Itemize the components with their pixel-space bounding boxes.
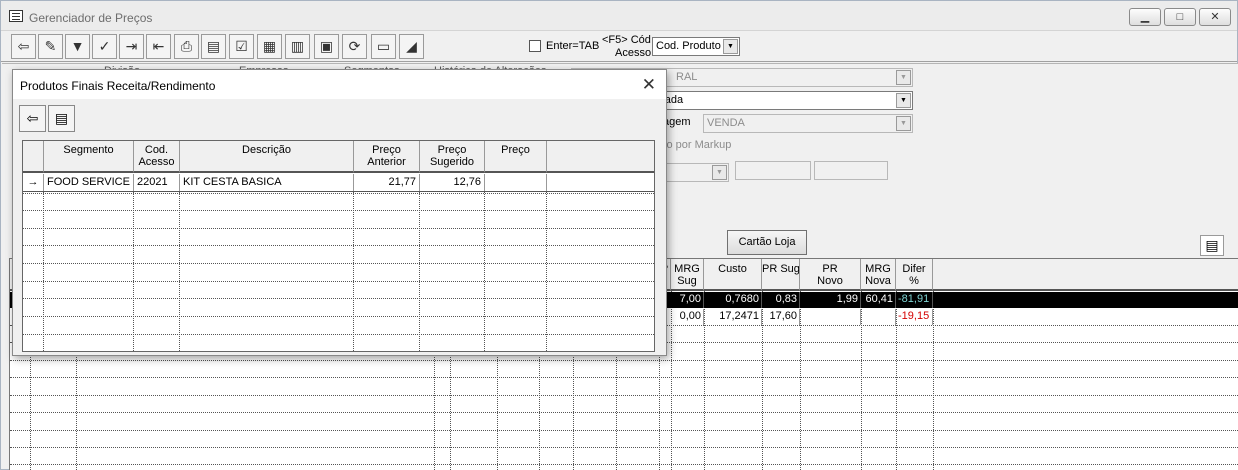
cell-pr-novo (800, 309, 861, 325)
code-select[interactable]: Cod. Produto ▼ (652, 37, 740, 56)
cell-pr-novo: 1,99 (800, 292, 861, 308)
calculator-icon[interactable]: ▦ (257, 34, 282, 59)
export-icon[interactable]: ▤ (1200, 235, 1224, 256)
close-button[interactable]: ✕ (1199, 8, 1231, 26)
column-header-cod-acesso[interactable]: Cod. Acesso (134, 141, 180, 173)
chart-icon[interactable]: ◢ (399, 34, 424, 59)
grid-icon[interactable]: ▥ (285, 34, 310, 59)
print-icon[interactable]: ⎙ (174, 34, 199, 59)
exit-icon[interactable]: ⇦ (11, 34, 36, 59)
markup-field-2[interactable] (814, 161, 888, 180)
cell-custo: 17,2471 (704, 309, 762, 325)
pencil-icon[interactable]: ✎ (38, 34, 63, 59)
refresh-icon[interactable]: ⟳ (342, 34, 367, 59)
products-dialog: Produtos Finais Receita/Rendimento ✕ ⇦ ▤… (12, 69, 667, 356)
column-header-preco-anterior[interactable]: Preço Anterior (354, 141, 420, 173)
row-indicator-header (23, 141, 44, 173)
cell-custo: 0,7680 (704, 292, 762, 308)
cell-difer: -19,15 (896, 309, 933, 325)
filter-combo-2[interactable]: trada ▼ (654, 91, 913, 110)
chevron-down-icon: ▼ (712, 165, 727, 180)
chevron-down-icon: ▼ (896, 70, 911, 85)
filter-combo-3-value: VENDA (707, 117, 745, 129)
code-select-value: Cod. Produto (656, 40, 721, 52)
column-header-mrg-nova[interactable]: MRG Nova (861, 259, 896, 291)
cell-segmento: FOOD SERVICE (44, 174, 134, 191)
chevron-down-icon: ▼ (723, 39, 738, 54)
add-row-icon[interactable]: ⇥ (119, 34, 144, 59)
chevron-down-icon: ▼ (896, 116, 911, 131)
f5-label-sub: Acesso (615, 47, 652, 59)
save-icon[interactable]: ▣ (314, 34, 339, 59)
remove-row-icon[interactable]: ⇤ (146, 34, 171, 59)
title-bar: Gerenciador de Preços ▁ □ ✕ (1, 1, 1237, 31)
filter-icon[interactable]: ▼ (65, 34, 90, 59)
column-header-custo[interactable]: Custo (704, 259, 762, 291)
column-header-segmento[interactable]: Segmento (44, 141, 134, 173)
maximize-button[interactable]: □ (1164, 8, 1196, 26)
filter-combo-3-label: agem (663, 116, 691, 128)
enter-tab-checkbox[interactable] (529, 40, 541, 52)
cell-mrg-sug: 7,00 (671, 292, 704, 308)
app-icon (9, 10, 23, 22)
column-header-mrg-sug[interactable]: MRG Sug (671, 259, 704, 291)
export-icon[interactable]: ▤ (48, 105, 75, 132)
minimize-button[interactable]: ▁ (1129, 8, 1161, 26)
cell-pr-sug: 17,60 (762, 309, 800, 325)
f5-label: <F5> Cód (602, 34, 651, 46)
column-header-preco-sugerido[interactable]: Preço Sugerido (420, 141, 485, 173)
print-preview-icon[interactable]: ▤ (201, 34, 226, 59)
filter-combo-3[interactable]: VENDA ▼ (703, 114, 913, 133)
cell-mrg-nova: 60,41 (861, 292, 896, 308)
window-icon[interactable]: ▭ (371, 34, 396, 59)
markup-field-1[interactable] (735, 161, 811, 180)
cell-difer: -81,91 (896, 292, 933, 308)
enter-tab-label: Enter=TAB (546, 40, 600, 52)
column-header-pr-sug[interactable]: PR Sug (762, 259, 800, 291)
cell-cod-acesso: 22021 (134, 174, 180, 191)
check-list-icon[interactable]: ☑ (229, 34, 254, 59)
dialog-title-bar: Produtos Finais Receita/Rendimento ✕ (13, 70, 666, 99)
filter-check-icon[interactable]: ✓ (92, 34, 117, 59)
chevron-down-icon: ▼ (896, 93, 911, 108)
cell-mrg-nova (861, 309, 896, 325)
cell-mrg-sug: 0,00 (671, 309, 704, 325)
products-grid[interactable]: Segmento Cod. Acesso Descrição Preço Anter… (22, 140, 655, 352)
exit-icon[interactable]: ⇦ (19, 105, 46, 132)
dialog-title: Produtos Finais Receita/Rendimento (20, 79, 216, 93)
cartao-loja-button[interactable]: Cartão Loja (727, 230, 807, 255)
column-header-preco[interactable]: Preço (485, 141, 547, 173)
cell-preco[interactable] (485, 174, 547, 191)
window-title: Gerenciador de Preços (29, 11, 153, 25)
column-header-descricao[interactable]: Descrição (180, 141, 354, 173)
cell-preco-sugerido: 12,76 (420, 174, 485, 191)
column-header-pr-novo[interactable]: PR Novo (800, 259, 861, 291)
column-header-difer[interactable]: Difer% (896, 259, 933, 291)
row-pointer-icon: → (23, 174, 44, 191)
column-header-empty (933, 259, 1238, 291)
cell-descricao: KIT CESTA BASICA (180, 174, 354, 191)
column-header-empty (547, 141, 654, 173)
cell-preco-anterior: 21,77 (354, 174, 420, 191)
close-icon[interactable]: ✕ (642, 75, 656, 95)
markup-label: ço por Markup (661, 139, 732, 151)
cell-pr-sug: 0,83 (762, 292, 800, 308)
